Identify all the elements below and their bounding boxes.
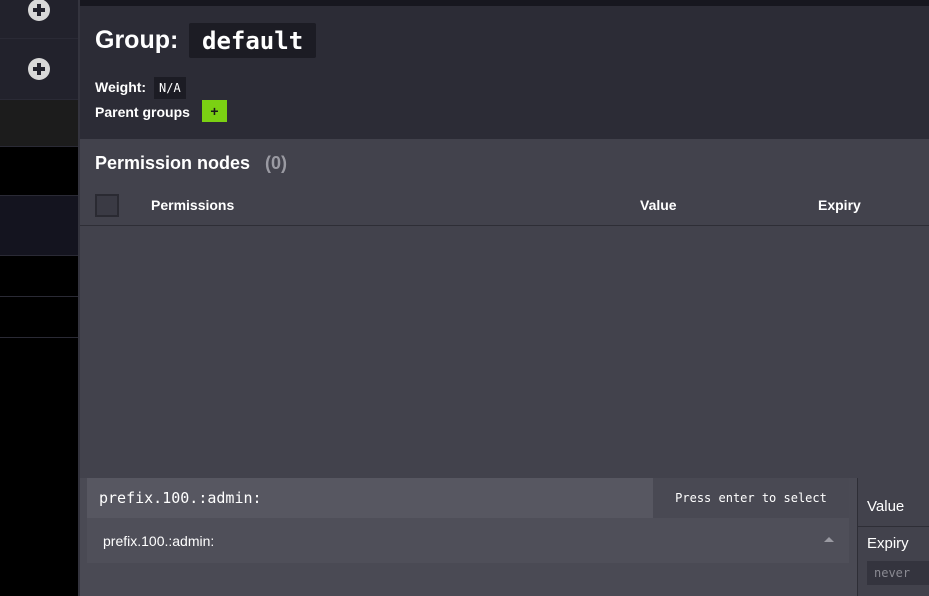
sidebar-item[interactable]: [0, 256, 78, 297]
group-title-label: Group:: [95, 26, 179, 54]
weight-value[interactable]: N/A: [154, 77, 186, 99]
permission-autocomplete: Press enter to select: [87, 478, 849, 518]
group-name: default: [189, 23, 317, 58]
weight-label: Weight:: [95, 79, 147, 95]
permission-input[interactable]: [87, 478, 653, 518]
sidebar: [0, 0, 78, 596]
permission-nodes-section: Permission nodes (0) Permissions Value E…: [80, 139, 929, 596]
select-all-checkbox[interactable]: [95, 194, 119, 217]
group-header: Group: default Weight: N/A Parent groups…: [80, 6, 929, 139]
permission-count: (0): [265, 153, 287, 173]
sidebar-add-button-1[interactable]: [0, 0, 78, 39]
table-header-divider: [80, 225, 929, 226]
caret-up-icon: [824, 537, 834, 542]
suggestion-item[interactable]: prefix.100.:admin:: [87, 518, 849, 563]
sidebar-item[interactable]: [0, 297, 78, 338]
group-editor: Group: default Weight: N/A Parent groups…: [80, 0, 929, 596]
column-header-expiry[interactable]: Expiry: [818, 197, 861, 213]
column-header-permissions[interactable]: Permissions: [151, 197, 234, 213]
column-header-value[interactable]: Value: [640, 197, 677, 213]
sidebar-item[interactable]: [0, 100, 78, 147]
new-permission-fields: Value Expiry: [857, 478, 929, 596]
permission-nodes-title: Permission nodes: [95, 153, 251, 173]
press-enter-hint: Press enter to select: [653, 478, 849, 518]
fields-divider: [858, 526, 929, 527]
sidebar-item[interactable]: [0, 147, 78, 196]
sidebar-item-active[interactable]: [0, 196, 78, 256]
add-permission-panel: Press enter to select prefix.100.:admin:…: [80, 478, 929, 596]
plus-circle-icon: [28, 0, 50, 21]
expiry-input[interactable]: [867, 561, 929, 585]
parent-groups-label: Parent groups: [95, 104, 190, 120]
suggestion-text: prefix.100.:admin:: [103, 533, 215, 549]
expiry-label: Expiry: [867, 535, 909, 552]
value-label: Value: [867, 498, 905, 515]
plus-circle-icon: [28, 58, 50, 80]
add-parent-group-button[interactable]: +: [202, 100, 227, 122]
sidebar-add-button-2[interactable]: [0, 39, 78, 100]
